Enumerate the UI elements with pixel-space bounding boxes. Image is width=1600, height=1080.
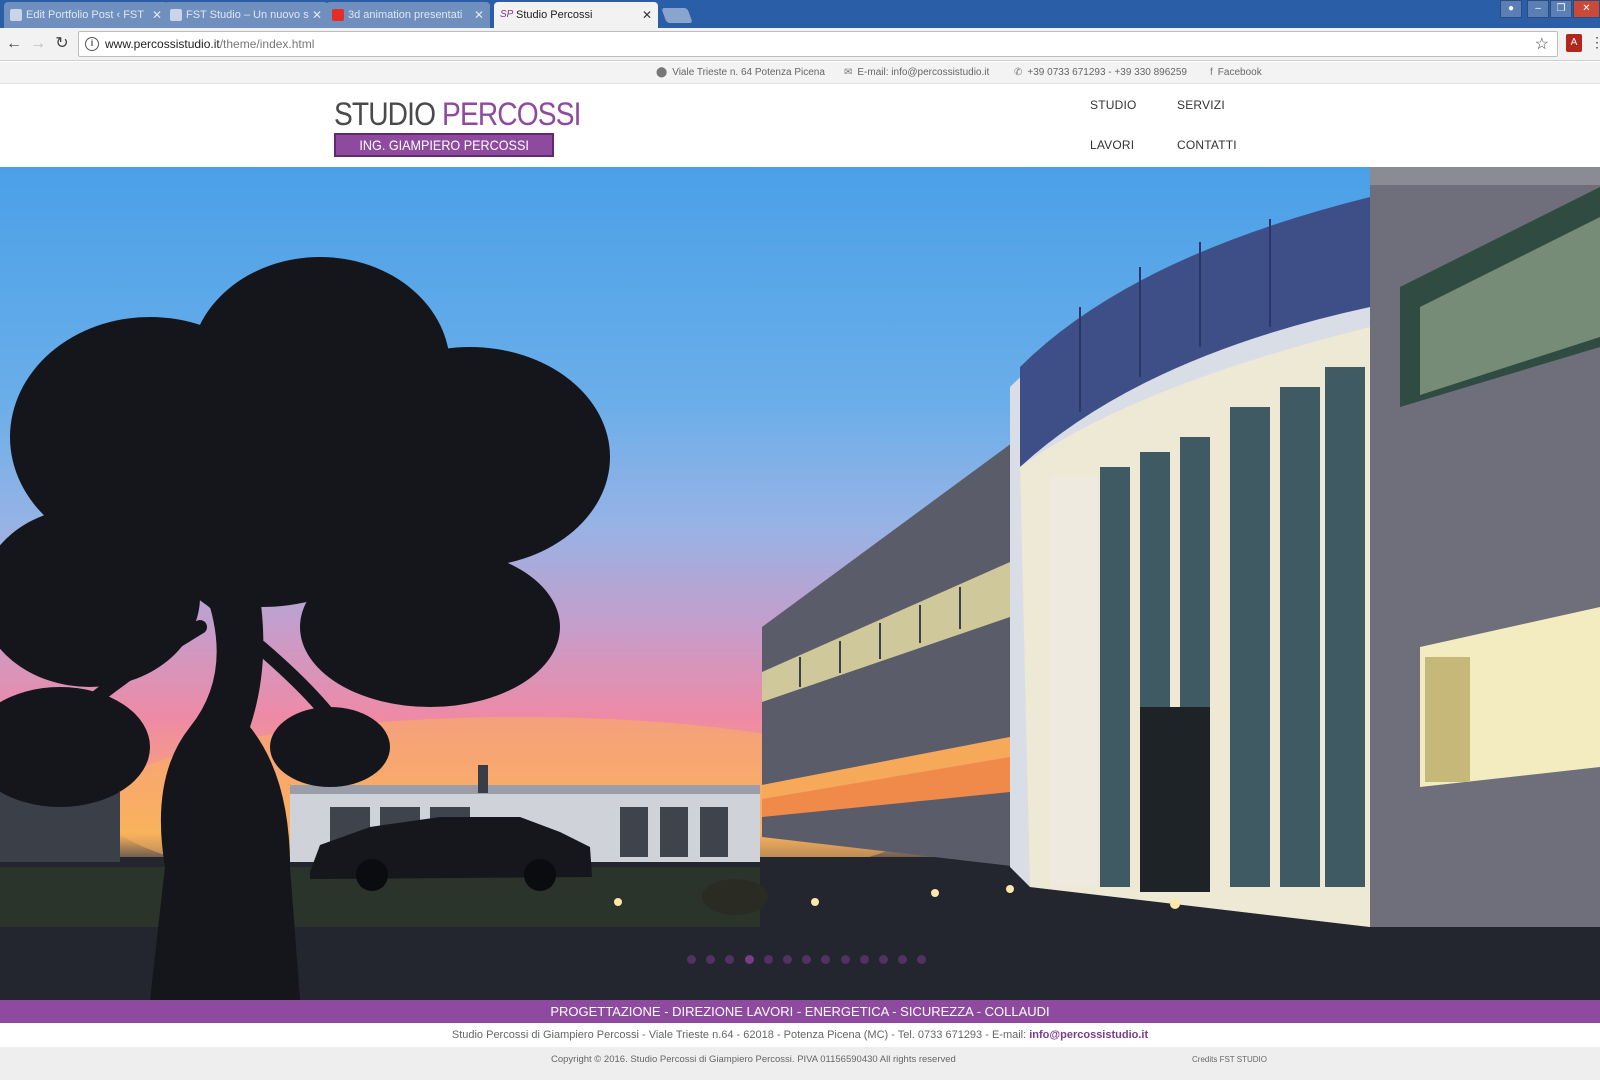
slider-dot[interactable] (687, 955, 696, 964)
logo-subtitle: ING. GIAMPIERO PERCOSSI (334, 133, 554, 157)
tab-title: Studio Percossi (516, 9, 593, 21)
close-icon[interactable]: ✕ (642, 2, 652, 28)
footer-email-link[interactable]: info@percossistudio.it (1029, 1029, 1148, 1041)
profile-icon[interactable]: ● (1500, 0, 1522, 18)
slider-dot[interactable] (917, 955, 927, 964)
browser-toolbar: ← → ↻ i www.percossistudio.it/theme/inde… (0, 28, 1600, 61)
page-icon (170, 9, 182, 21)
minimize-icon[interactable]: – (1527, 0, 1549, 18)
page-icon (10, 9, 22, 21)
url-path: /theme/index.html (219, 37, 315, 51)
logo-studio-text: STUDIO (334, 96, 436, 132)
slider-dot[interactable] (725, 955, 735, 964)
logo-subtitle-text: ING. GIAMPIERO PERCOSSI (359, 137, 529, 153)
copyright-bar: Copyright © 2016. Studio Percossi di Gia… (0, 1047, 1600, 1080)
footer-address-bar: Studio Percossi di Giampiero Percossi - … (0, 1023, 1600, 1047)
slider-dot[interactable] (898, 955, 908, 964)
site-favicon-icon: SP (500, 9, 514, 20)
info-icon[interactable]: i (85, 37, 99, 51)
browser-menu-icon[interactable]: ⋮ (1590, 34, 1600, 51)
email-info[interactable]: ✉ E-mail: info@percossistudio.it (844, 67, 989, 78)
site-info-bar: ⬤ Viale Trieste n. 64 Potenza Picena ✉ E-m… (0, 62, 1600, 84)
credits-link[interactable]: Credits FST STUDIO (1192, 1055, 1267, 1064)
phone-text: +39 0733 671293 - +39 330 896259 (1027, 67, 1187, 78)
slider-dot[interactable] (821, 955, 831, 964)
slider-dot[interactable] (706, 955, 716, 964)
services-bar: PROGETTAZIONE - DIREZIONE LAVORI - ENERG… (0, 1000, 1600, 1023)
browser-tab[interactable]: FST Studio – Un nuovo s ✕ (164, 2, 328, 28)
facebook-link[interactable]: f Facebook (1210, 67, 1262, 78)
address-bar[interactable]: i www.percossistudio.it/theme/index.html… (78, 31, 1558, 57)
footer-address-text: Studio Percossi di Giampiero Percossi - … (451, 1029, 1027, 1041)
menu-item-lavori[interactable]: LAVORI (1090, 138, 1134, 152)
close-icon[interactable]: ✕ (474, 2, 484, 28)
close-icon[interactable]: ✕ (312, 2, 322, 28)
close-icon[interactable]: ✕ (152, 2, 162, 28)
logo[interactable]: STUDIO PERCOSSI (334, 96, 581, 133)
forward-arrow-icon[interactable]: → (28, 34, 48, 54)
slider-dot[interactable] (859, 955, 869, 964)
address-text: Viale Trieste n. 64 Potenza Picena (672, 67, 825, 78)
bookmark-star-icon[interactable]: ☆ (1535, 34, 1549, 54)
window-close-icon[interactable]: ✕ (1573, 0, 1600, 18)
new-tab-button[interactable] (661, 8, 693, 23)
envelope-icon: ✉ (844, 67, 853, 78)
reload-icon[interactable]: ↻ (52, 34, 72, 54)
slider-dot[interactable] (783, 955, 792, 964)
facebook-text[interactable]: Facebook (1218, 67, 1262, 78)
email-text[interactable]: E-mail: info@percossistudio.it (857, 67, 989, 78)
logo-percossi-text: PERCOSSI (442, 96, 581, 132)
slider-dot[interactable] (763, 955, 773, 964)
menu-item-studio[interactable]: STUDIO (1090, 98, 1137, 112)
browser-tab[interactable]: Edit Portfolio Post ‹ FST ✕ (4, 2, 168, 28)
copyright-text: Copyright © 2016. Studio Percossi di Gia… (551, 1054, 956, 1065)
slider-dot[interactable] (840, 955, 850, 964)
facebook-icon: f (1210, 67, 1213, 78)
tab-title: FST Studio – Un nuovo s (186, 9, 309, 21)
tab-title: 3d animation presentati (348, 9, 463, 21)
slider-dot[interactable] (879, 955, 888, 964)
youtube-icon (332, 9, 344, 21)
hero-image (0, 167, 1600, 1000)
restore-icon[interactable]: ❐ (1550, 0, 1572, 18)
browser-tab[interactable]: 3d animation presentati ✕ (326, 2, 490, 28)
hero-slider[interactable] (0, 167, 1600, 1000)
map-pin-icon: ⬤ (656, 67, 668, 78)
phone-icon: ✆ (1014, 67, 1023, 78)
slider-dot[interactable] (744, 955, 754, 964)
site-header: STUDIO PERCOSSI ING. GIAMPIERO PERCOSSI … (0, 84, 1600, 167)
services-text: PROGETTAZIONE - DIREZIONE LAVORI - ENERG… (550, 1004, 1050, 1019)
address-info: ⬤ Viale Trieste n. 64 Potenza Picena (656, 67, 825, 78)
url-domain: www.percossistudio.it (105, 37, 220, 51)
browser-tab-strip: Edit Portfolio Post ‹ FST ✕ FST Studio –… (0, 0, 1600, 28)
pdf-extension-icon[interactable]: A (1566, 34, 1582, 52)
phone-info: ✆ +39 0733 671293 - +39 330 896259 (1014, 67, 1187, 78)
back-arrow-icon[interactable]: ← (4, 34, 24, 54)
browser-tab-active[interactable]: SP Studio Percossi ✕ (494, 2, 658, 28)
slider-dot[interactable] (802, 955, 812, 964)
url-text[interactable]: www.percossistudio.it/theme/index.html (105, 37, 314, 51)
menu-item-contatti[interactable]: CONTATTI (1177, 138, 1237, 152)
tab-title: Edit Portfolio Post ‹ FST (26, 9, 144, 21)
slider-dots (0, 955, 1600, 967)
menu-item-servizi[interactable]: SERVIZI (1177, 98, 1225, 112)
